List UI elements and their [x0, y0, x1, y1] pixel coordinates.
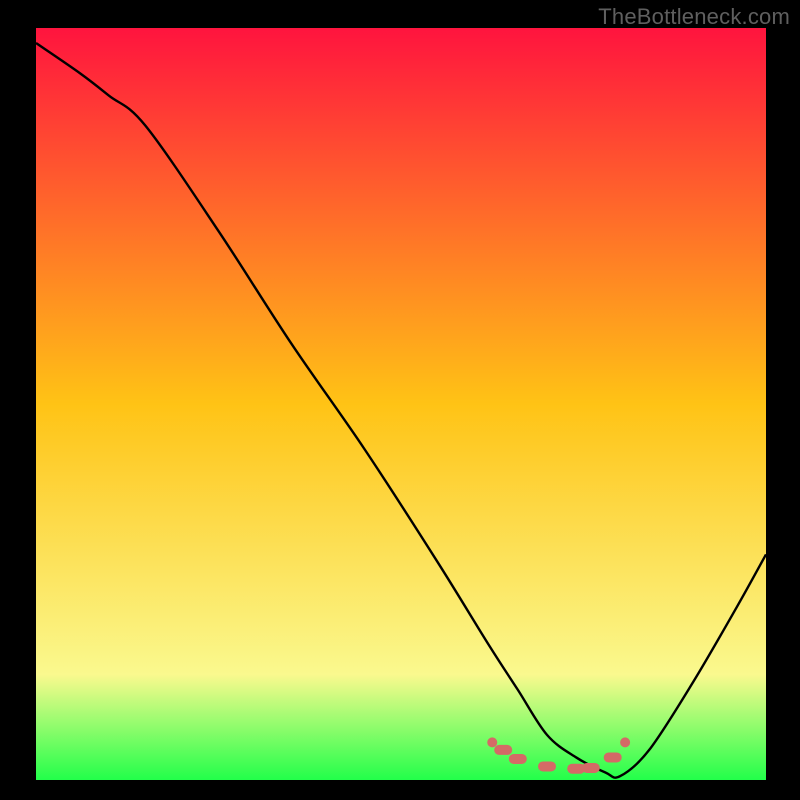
optimal-marker — [509, 754, 527, 764]
gradient-plot-area — [36, 28, 766, 780]
optimal-marker — [494, 745, 512, 755]
optimal-marker — [538, 761, 556, 771]
optimal-marker — [582, 763, 600, 773]
chart-container: { "attribution": "TheBottleneck.com", "c… — [0, 0, 800, 800]
optimal-marker — [604, 752, 622, 762]
optimal-marker — [487, 737, 497, 747]
chart-svg — [0, 0, 800, 800]
optimal-marker — [620, 737, 630, 747]
attribution-text: TheBottleneck.com — [598, 4, 790, 30]
